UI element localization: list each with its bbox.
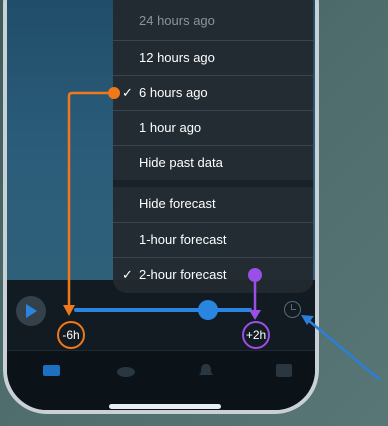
map-icon[interactable] <box>41 361 63 379</box>
play-icon <box>26 304 37 318</box>
timeline-end-label: +2h <box>245 328 267 342</box>
bell-icon[interactable] <box>195 361 217 379</box>
timeline-slider-knob[interactable] <box>197 300 218 320</box>
clock-icon[interactable] <box>284 301 301 318</box>
menu-separator <box>113 180 313 187</box>
home-indicator <box>109 404 221 409</box>
timeline-start-label: -6h <box>62 328 80 342</box>
grid-icon[interactable] <box>273 361 295 379</box>
menu-item-1-hour-ago[interactable]: 1 hour ago <box>113 110 313 145</box>
menu-item-label: Hide forecast <box>139 196 216 211</box>
menu-item-label: 6 hours ago <box>139 85 208 100</box>
menu-item-label: 1 hour ago <box>139 120 202 135</box>
checkmark-icon: ✓ <box>122 267 133 282</box>
time-range-menu: 24 hours ago 12 hours ago ✓ 6 hours ago … <box>113 0 313 293</box>
menu-item-12-hours-ago[interactable]: 12 hours ago <box>113 40 313 75</box>
cloud-icon[interactable] <box>115 361 137 379</box>
checkmark-icon: ✓ <box>122 85 133 100</box>
menu-item-6-hours-ago[interactable]: ✓ 6 hours ago <box>113 75 313 110</box>
menu-item-label: 12 hours ago <box>139 50 215 65</box>
menu-item-label: 1-hour forecast <box>139 232 227 247</box>
menu-item-hide-past-data[interactable]: Hide past data <box>113 145 313 180</box>
menu-item-hide-forecast[interactable]: Hide forecast <box>113 187 313 222</box>
menu-item-label: Hide past data <box>139 155 223 170</box>
menu-item-label: 24 hours ago <box>139 13 215 28</box>
menu-item-label: 2-hour forecast <box>139 267 227 282</box>
menu-item-24-hours-ago[interactable]: 24 hours ago <box>113 4 313 39</box>
menu-item-1-hour-forecast[interactable]: 1-hour forecast <box>113 222 313 257</box>
menu-item-2-hour-forecast[interactable]: ✓ 2-hour forecast <box>113 257 313 292</box>
timeline-slider[interactable] <box>74 308 252 312</box>
